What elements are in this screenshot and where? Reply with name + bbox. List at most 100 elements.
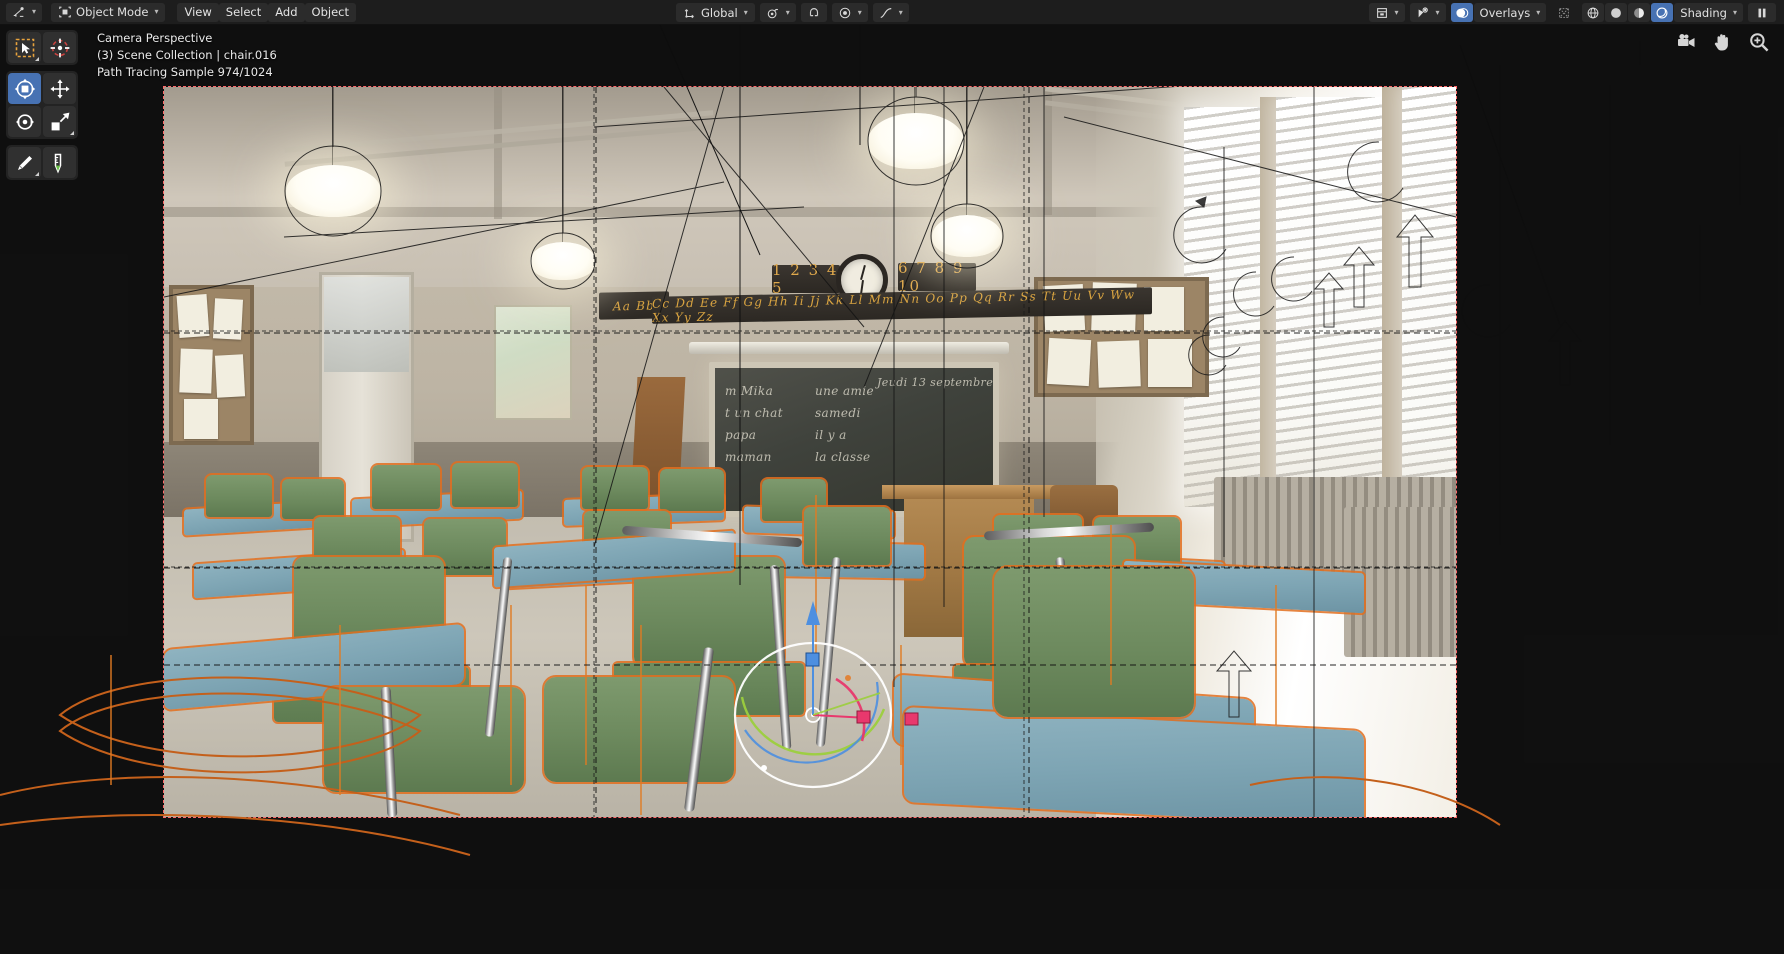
menu-view[interactable]: View (177, 2, 219, 22)
camera-view-icon[interactable] (1676, 31, 1698, 53)
student-chair[interactable] (450, 461, 520, 509)
proportional-falloff-selector[interactable]: ▾ (872, 3, 909, 22)
student-chair[interactable] (280, 477, 346, 521)
tool-select-box[interactable] (8, 32, 41, 63)
shading-rendered[interactable] (1651, 3, 1674, 22)
object-mode-selector[interactable]: Object Mode ▾ (51, 2, 166, 22)
passepartout-left (0, 87, 164, 817)
snap-target-selector[interactable]: ▾ (759, 3, 796, 22)
blender-window: ▾ Object Mode ▾ View Select Add Object G… (0, 0, 1784, 954)
shading-label: Shading (1680, 5, 1727, 20)
tool-rotate[interactable] (8, 106, 41, 137)
chevron-down-icon: ▾ (32, 7, 37, 16)
filter-funnel-icon (1375, 6, 1389, 20)
tool-transform[interactable] (8, 73, 41, 104)
overlays-icon (1455, 6, 1469, 20)
falloff-curve-icon (879, 6, 893, 20)
viewport-nav-icons (1676, 31, 1770, 53)
door-glass (324, 277, 409, 372)
shading-material[interactable] (1628, 3, 1651, 22)
tool-measure[interactable] (43, 147, 76, 178)
tool-expand-corner-icon (70, 131, 74, 135)
tool-expand-corner-icon (35, 172, 39, 176)
shading-solid[interactable] (1605, 3, 1628, 22)
menu-select[interactable]: Select (218, 2, 269, 22)
ceiling-beam (494, 87, 502, 219)
chevron-down-icon: ▾ (898, 7, 903, 17)
active-object-label: (3) Scene Collection | chair.016 (97, 48, 277, 62)
tool-group-select (6, 30, 78, 65)
window-mullion (1260, 97, 1276, 517)
pendant-lamp (932, 215, 1002, 257)
chevron-down-icon: ▾ (1394, 7, 1399, 17)
chalk-text: maman (725, 450, 772, 464)
student-chair[interactable] (992, 565, 1196, 719)
chalk-text: il y a (815, 428, 847, 442)
viewport-header: ▾ Object Mode ▾ View Select Add Object G… (0, 0, 1784, 25)
gizmo-toggle[interactable]: ▾ (1409, 3, 1446, 22)
student-chair[interactable] (204, 473, 274, 519)
menu-object[interactable]: Object (304, 2, 356, 22)
tool-annotate[interactable] (8, 147, 41, 178)
chevron-down-icon: ▾ (743, 7, 748, 17)
chalk-text: m Mika (725, 384, 774, 398)
view-object-types-selector[interactable]: ▾ (1368, 3, 1405, 22)
tool-cursor[interactable] (43, 32, 76, 63)
pause-icon (1755, 6, 1769, 20)
chevron-down-icon: ▾ (1536, 7, 1541, 17)
wireframe-sphere-icon (1586, 6, 1600, 20)
render-sample-label: Path Tracing Sample 974/1024 (97, 65, 273, 79)
gizmo-icon (1416, 6, 1430, 20)
chevron-down-icon: ▾ (1435, 7, 1440, 17)
transform-orientation-selector[interactable]: Global ▾ (676, 3, 755, 22)
student-chair[interactable] (370, 463, 442, 511)
proportional-editing-toggle[interactable]: ▾ (831, 3, 868, 22)
solid-sphere-icon (1609, 6, 1623, 20)
passepartout-bottom (0, 817, 1784, 954)
overlays-popover[interactable]: Overlays ▾ (1473, 3, 1547, 22)
editor-type-selector[interactable]: ▾ (6, 2, 43, 22)
pinned-paper (179, 348, 213, 394)
tool-move[interactable] (43, 73, 76, 104)
editor-type-icon (12, 5, 26, 19)
chevron-down-icon: ▾ (785, 7, 790, 17)
overlays-toggle[interactable] (1450, 3, 1473, 22)
pinned-paper (214, 354, 246, 398)
shading-popover[interactable]: Shading ▾ (1674, 3, 1743, 22)
tool-expand-corner-icon (35, 57, 39, 61)
hand-pan-icon[interactable] (1712, 31, 1734, 53)
chevron-down-icon: ▾ (154, 7, 159, 16)
3d-viewport[interactable]: 1 2 3 4 5 6 7 8 9 10 Aa Bb Cc Dd Ee Ff G… (0, 25, 1784, 954)
material-sphere-icon (1632, 6, 1646, 20)
tool-scale[interactable] (43, 106, 76, 137)
wall-map (494, 305, 572, 420)
shading-wireframe[interactable] (1582, 3, 1605, 22)
proportional-circle-icon (838, 6, 852, 20)
chalk-date: Jeudi 13 septembre (877, 376, 994, 389)
student-chair[interactable] (658, 467, 726, 513)
passepartout-right (1456, 87, 1784, 817)
snap-toggle[interactable] (800, 3, 827, 22)
snap-magnet-icon (766, 6, 780, 20)
pinned-paper (1148, 339, 1192, 387)
object-mode-label: Object Mode (76, 5, 149, 19)
chalk-text: une amie (815, 384, 875, 398)
view-name-label: Camera Perspective (97, 31, 213, 45)
object-mode-icon (58, 5, 72, 19)
magnet-icon (807, 6, 821, 20)
zoom-magnifier-icon[interactable] (1748, 31, 1770, 53)
pinned-paper (184, 399, 218, 439)
rendered-scene: 1 2 3 4 5 6 7 8 9 10 Aa Bb Cc Dd Ee Ff G… (164, 87, 1456, 817)
pinned-paper (1097, 340, 1141, 388)
chalk-text: papa (725, 428, 757, 442)
pendant-lamp (286, 165, 381, 217)
pause-render-button[interactable] (1748, 3, 1776, 22)
student-chair[interactable] (580, 465, 650, 511)
lamp-cord (562, 87, 563, 245)
menu-add[interactable]: Add (268, 2, 305, 22)
xray-toggle[interactable] (1551, 3, 1577, 22)
viewport-info-text: Camera Perspective (3) Scene Collection … (97, 30, 277, 81)
ceiling-beam (1044, 87, 1052, 215)
transform-orientation-label: Global (701, 5, 738, 20)
student-chair[interactable] (802, 505, 892, 567)
